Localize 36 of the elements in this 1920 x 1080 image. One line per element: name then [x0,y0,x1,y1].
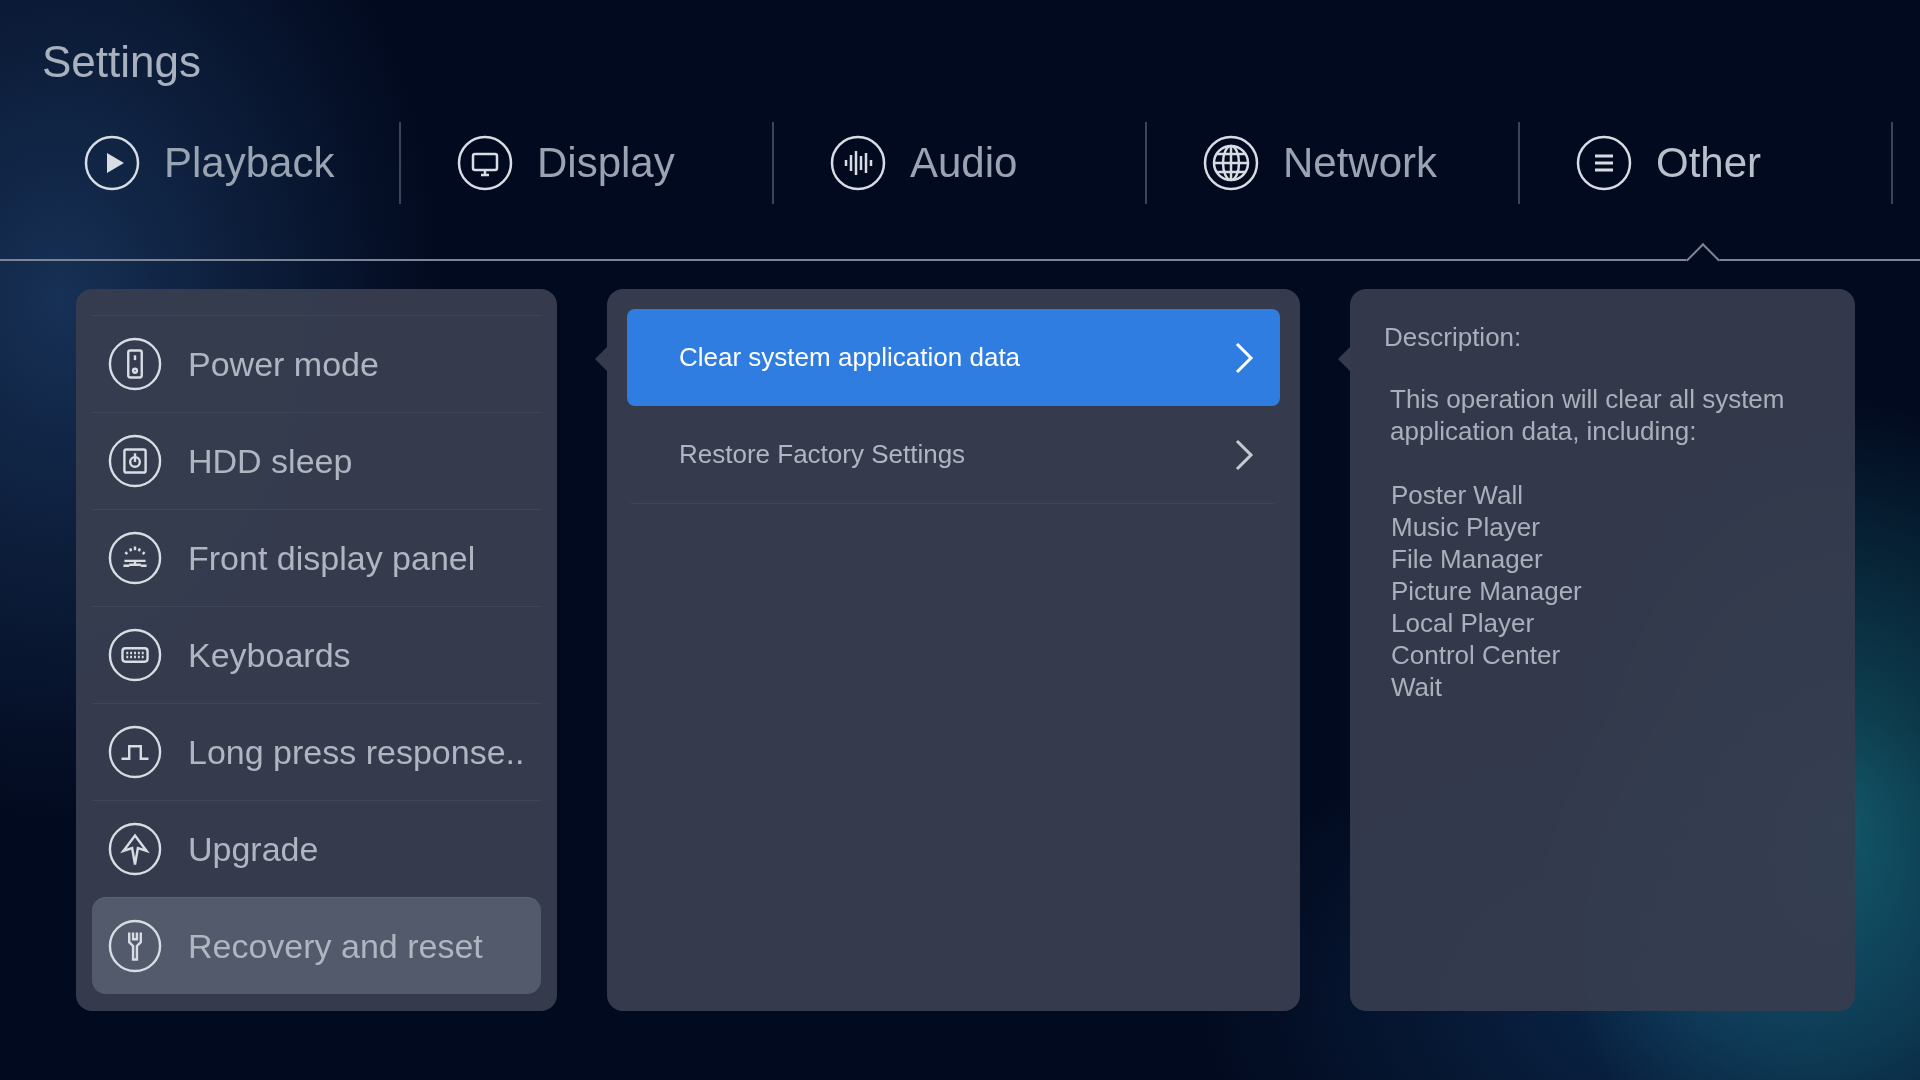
description-list-item: Picture Manager [1390,575,1583,607]
globe-icon [1203,135,1259,191]
menu-icon [1576,135,1632,191]
keyboard-icon [108,628,162,682]
monitor-icon [457,135,513,191]
pulse-wave-icon [108,725,162,779]
category-tab[interactable]: Playback [28,122,401,204]
category-tab[interactable]: Display [401,122,774,204]
menu-item[interactable]: Front display panel [92,509,541,606]
play-icon [84,135,140,191]
description-list-item: Wait [1390,671,1444,703]
menu-item[interactable]: HDD sleep [92,412,541,509]
description-list-item: Poster Wall [1390,479,1524,511]
menu-item[interactable]: Long press response.. [92,703,541,800]
description-text: This operation will clear all system application data, including: [1389,383,1786,447]
category-tab[interactable]: Other [1520,122,1893,204]
menu-item[interactable]: Power mode [92,315,541,412]
category-tab[interactable]: Network [1147,122,1520,204]
arrow-up-icon [108,822,162,876]
chevron-right-icon [1234,437,1254,472]
page-title: Settings [41,36,202,88]
chevron-right-icon [1234,340,1254,375]
description-list-item: Local Player [1390,607,1536,639]
menu-item[interactable]: Keyboards [92,606,541,703]
sound-bars-icon [830,135,886,191]
description-heading: Description: [1384,321,1523,353]
description-list-item: Control Center [1390,639,1562,671]
description-list-item: File Manager [1390,543,1544,575]
hard-drive-icon [108,434,162,488]
category-tab[interactable]: Audio [774,122,1147,204]
description-list-item: Music Player [1390,511,1541,543]
menu-item[interactable]: Recovery and reset [92,897,541,994]
option-item[interactable]: Clear system application data [627,309,1280,406]
option-item[interactable]: Restore Factory Settings [627,406,1280,504]
power-switch-icon [108,337,162,391]
light-panel-icon [108,531,162,585]
